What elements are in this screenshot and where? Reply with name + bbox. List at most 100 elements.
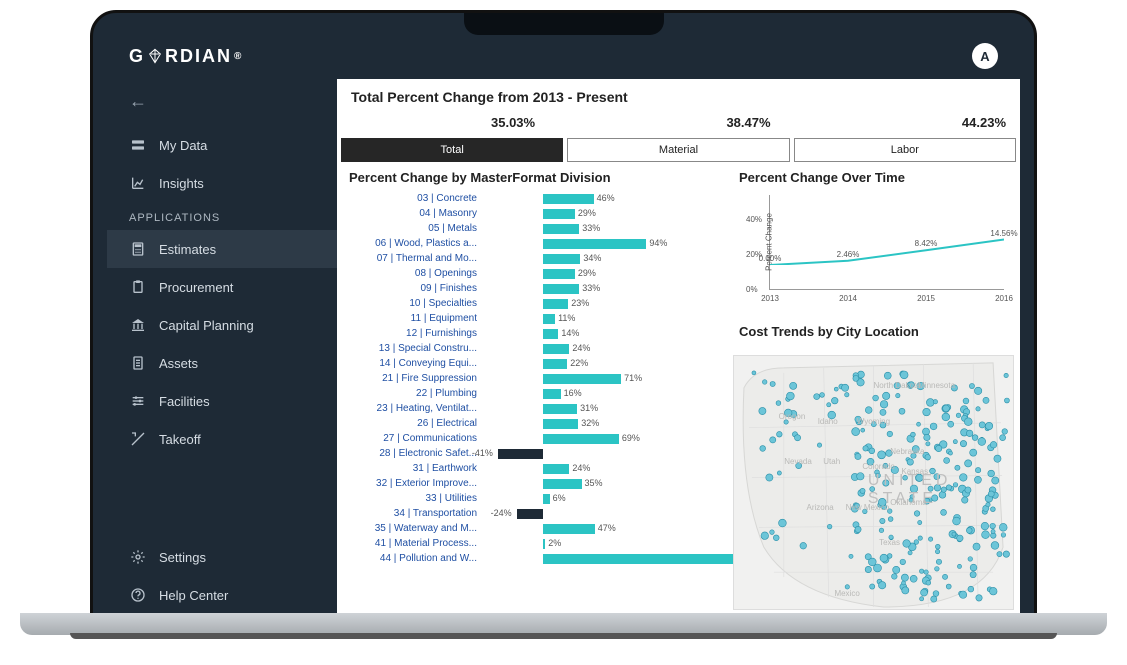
sidebar-item-label: Settings xyxy=(159,550,206,565)
bar-value: -24% xyxy=(491,508,512,518)
bar-value: 31% xyxy=(580,403,598,413)
bar-label: 03 | Concrete xyxy=(343,193,483,204)
map-region-label: Arizona xyxy=(807,503,834,512)
bar-label: 34 | Transportation xyxy=(343,508,483,519)
bar-label: 12 | Furnishings xyxy=(343,328,483,339)
sidebar-item-procurement[interactable]: Procurement xyxy=(107,268,337,306)
bar-value: -41% xyxy=(472,448,493,458)
sidebar-item-label: My Data xyxy=(159,138,207,153)
bar-value: 29% xyxy=(578,268,596,278)
line-chart: Percent Change 0%20%40%20130.00%20142.46… xyxy=(769,195,1004,290)
bar-value: 22% xyxy=(570,358,588,368)
bar-value: 23% xyxy=(571,298,589,308)
map-region-label: Utah xyxy=(823,457,840,466)
bar-row: 22 | Plumbing16% xyxy=(343,386,723,401)
bar-chart-title: Percent Change by MasterFormat Division xyxy=(343,170,723,191)
sliders-icon xyxy=(129,392,147,410)
metric-total: 35.03% xyxy=(351,115,663,130)
x-tick: 2016 xyxy=(995,294,1013,303)
map-region-label: Wyoming xyxy=(857,417,890,426)
tab-material[interactable]: Material xyxy=(567,138,789,162)
bar-label: 04 | Masonry xyxy=(343,208,483,219)
diamond-icon xyxy=(147,48,163,64)
bar-row: 26 | Electrical32% xyxy=(343,416,723,431)
bar-label: 31 | Earthwork xyxy=(343,463,483,474)
avatar[interactable]: A xyxy=(972,43,998,69)
x-tick: 2013 xyxy=(761,294,779,303)
map-region-label: New Mexico xyxy=(846,503,890,512)
bar-label: 14 | Conveying Equi... xyxy=(343,358,483,369)
back-arrow-icon[interactable]: ← xyxy=(107,85,337,126)
bar-row: 06 | Wood, Plastics a...94% xyxy=(343,236,723,251)
bar-row: 11 | Equipment11% xyxy=(343,311,723,326)
sidebar-item-my-data[interactable]: My Data xyxy=(107,126,337,164)
bar-label: 21 | Fire Suppression xyxy=(343,373,483,384)
bar-value: 47% xyxy=(598,523,616,533)
bar-label: 26 | Electrical xyxy=(343,418,483,429)
map-region-label: North Dakota xyxy=(874,381,921,390)
bar-row: 10 | Specialties 23% xyxy=(343,296,723,311)
sidebar-item-estimates[interactable]: Estimates xyxy=(107,230,337,268)
bar-row: 34 | Transportation -24% xyxy=(343,506,723,521)
bar-row: 04 | Masonry29% xyxy=(343,206,723,221)
map-region-label: Oregon xyxy=(779,412,806,421)
metric-material: 38.47% xyxy=(663,115,835,130)
bar-label: 35 | Waterway and M... xyxy=(343,523,483,534)
bar-value: 16% xyxy=(564,388,582,398)
bar-value: 71% xyxy=(624,373,642,383)
map-region-label: Texas xyxy=(879,538,900,547)
sidebar-item-label: Insights xyxy=(159,176,204,191)
sidebar-item-facilities[interactable]: Facilities xyxy=(107,382,337,420)
sidebar-item-settings[interactable]: Settings xyxy=(107,538,337,576)
tab-labor[interactable]: Labor xyxy=(794,138,1016,162)
tab-total[interactable]: Total xyxy=(341,138,563,162)
bar-row: 33 | Utilities6% xyxy=(343,491,723,506)
map-region-label: Colorado xyxy=(862,462,894,471)
page-title: Total Percent Change from 2013 - Present xyxy=(337,79,1020,109)
sidebar-item-label: Estimates xyxy=(159,242,216,257)
bar-row: 08 | Openings 29% xyxy=(343,266,723,281)
ruler-icon xyxy=(129,430,147,448)
content: Total Percent Change from 2013 - Present… xyxy=(337,79,1020,614)
sidebar-item-label: Takeoff xyxy=(159,432,201,447)
bar-label: 10 | Specialties xyxy=(343,298,483,309)
bar-label: 08 | Openings xyxy=(343,268,483,279)
bar-row: 03 | Concrete 46% xyxy=(343,191,723,206)
map-title: Cost Trends by City Location xyxy=(733,324,1014,345)
gear-icon xyxy=(129,548,147,566)
map-region-label: Nevada xyxy=(784,457,812,466)
bar-row: 31 | Earthwork24% xyxy=(343,461,723,476)
bar-value: 46% xyxy=(597,193,615,203)
bar-row: 21 | Fire Suppression 71% xyxy=(343,371,723,386)
map[interactable]: UNITED STATE OregonIdahoWyomingNevadaUta… xyxy=(733,355,1014,610)
brand-logo: G RDIAN® xyxy=(129,46,243,67)
sidebar-item-label: Assets xyxy=(159,356,198,371)
bar-row: 44 | Pollution and W...296% xyxy=(343,551,723,566)
map-region-label: Kansas xyxy=(901,467,928,476)
topbar: G RDIAN® A xyxy=(107,33,1020,79)
y-tick: 0% xyxy=(746,285,758,294)
map-region-label: Oklahoma xyxy=(890,498,926,507)
sidebar-item-help-center[interactable]: Help Center xyxy=(107,576,337,614)
bank-icon xyxy=(129,316,147,334)
bar-row: 05 | Metals33% xyxy=(343,221,723,236)
bar-value: 35% xyxy=(585,478,603,488)
sidebar-item-label: Facilities xyxy=(159,394,210,409)
sidebar-item-label: Help Center xyxy=(159,588,228,603)
sidebar-item-label: Capital Planning xyxy=(159,318,254,333)
bar-label: 33 | Utilities xyxy=(343,493,483,504)
sidebar-item-assets[interactable]: Assets xyxy=(107,344,337,382)
bar-row: 09 | Finishes33% xyxy=(343,281,723,296)
doc-icon xyxy=(129,354,147,372)
bar-value: 94% xyxy=(649,238,667,248)
sidebar-item-capital-planning[interactable]: Capital Planning xyxy=(107,306,337,344)
map-region-label: Minnesota xyxy=(918,381,955,390)
bar-row: 14 | Conveying Equi... 22% xyxy=(343,356,723,371)
y-tick: 40% xyxy=(746,215,762,224)
sidebar-item-insights[interactable]: Insights xyxy=(107,164,337,202)
help-icon xyxy=(129,586,147,604)
bar-row: 13 | Special Constru...24% xyxy=(343,341,723,356)
bar-row: 32 | Exterior Improve...35% xyxy=(343,476,723,491)
sidebar-item-takeoff[interactable]: Takeoff xyxy=(107,420,337,458)
bar-row: 23 | Heating, Ventilat...31% xyxy=(343,401,723,416)
